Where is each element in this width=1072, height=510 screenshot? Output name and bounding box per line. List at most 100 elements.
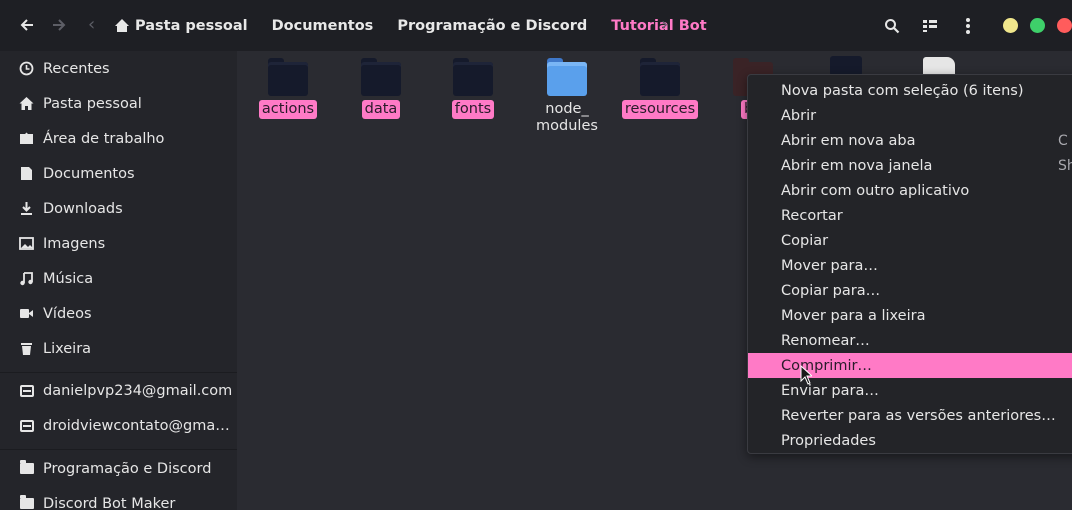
menu-item-move-to-trash[interactable]: Mover para a lixeira xyxy=(748,303,1072,328)
folder-icon xyxy=(640,58,680,96)
arrow-right-icon xyxy=(53,19,66,31)
sidebar-item-label: Música xyxy=(43,270,94,287)
sidebar-item-videos[interactable]: Vídeos xyxy=(0,296,237,331)
sidebar-item-label: Área de trabalho xyxy=(43,130,165,147)
sidebar-item-programacao-e-discord[interactable]: Programação e Discord xyxy=(0,451,237,486)
menu-item-label: Enviar para… xyxy=(781,382,879,399)
sidebar-item-label: Recentes xyxy=(43,60,110,77)
sidebar-item-musica[interactable]: Música xyxy=(0,261,237,296)
maximize-button[interactable] xyxy=(1030,18,1045,33)
kebab-menu-icon xyxy=(966,17,970,34)
main-menu-button[interactable] xyxy=(955,13,981,39)
music-icon xyxy=(19,271,34,286)
sidebar-item-pasta-pessoal[interactable]: Pasta pessoal xyxy=(0,86,237,121)
file-name-line: modules xyxy=(536,118,598,134)
header-actions xyxy=(879,0,1072,51)
sidebar-item-recentes[interactable]: Recentes xyxy=(0,51,237,86)
menu-item-open-new-window[interactable]: Abrir em nova janela Sh xyxy=(748,153,1072,178)
sidebar-item-label: Lixeira xyxy=(43,340,92,357)
file-item-data[interactable]: data xyxy=(341,58,421,119)
sidebar-item-label: Imagens xyxy=(43,235,106,252)
menu-item-new-folder-with-selection[interactable]: Nova pasta com seleção (6 itens) xyxy=(748,78,1072,103)
forward-button[interactable] xyxy=(46,12,72,38)
network-drive-icon xyxy=(19,383,34,398)
sidebar-item-label: Discord Bot Maker xyxy=(43,495,176,510)
menu-item-compress[interactable]: Comprimir… xyxy=(748,353,1072,378)
menu-item-properties[interactable]: Propriedades xyxy=(748,428,1072,453)
menu-item-open[interactable]: Abrir xyxy=(748,103,1072,128)
crumb-documentos[interactable]: Documentos xyxy=(260,0,386,51)
file-item-fonts[interactable]: fonts xyxy=(433,58,513,119)
sidebar-item-label: Documentos xyxy=(43,165,135,182)
home-icon xyxy=(115,18,129,33)
context-menu: Nova pasta com seleção (6 itens) Abrir A… xyxy=(747,74,1072,454)
sidebar-item-area-de-trabalho[interactable]: Área de trabalho xyxy=(0,121,237,156)
menu-item-open-new-tab[interactable]: Abrir em nova aba C xyxy=(748,128,1072,153)
mouse-cursor-icon xyxy=(800,365,812,385)
video-icon xyxy=(19,306,34,321)
download-icon xyxy=(19,201,34,216)
menu-item-cut[interactable]: Recortar xyxy=(748,203,1072,228)
minimize-button[interactable] xyxy=(1003,18,1018,33)
menu-item-label: Abrir em nova aba xyxy=(781,132,916,149)
breadcrumb-scroll-right[interactable]: › xyxy=(661,14,668,35)
menu-item-revert-versions[interactable]: Reverter para as versões anteriores… xyxy=(748,403,1072,428)
crumb-tutorial-bot[interactable]: Tutorial Bot xyxy=(599,0,718,51)
breadcrumb: Pasta pessoal Documentos Programação e D… xyxy=(103,0,719,51)
desktop-icon xyxy=(19,131,34,146)
sidebar-item-label: Programação e Discord xyxy=(43,460,212,477)
file-name: resources xyxy=(621,100,699,119)
menu-item-label: Copiar xyxy=(781,232,829,249)
menu-item-label: Mover para… xyxy=(781,257,878,274)
image-icon xyxy=(19,236,34,251)
view-options-button[interactable] xyxy=(917,13,943,39)
search-button[interactable] xyxy=(879,13,905,39)
crumb-label: Documentos xyxy=(271,17,374,34)
sidebar-item-documentos[interactable]: Documentos xyxy=(0,156,237,191)
menu-item-label: Abrir xyxy=(781,107,817,124)
search-icon xyxy=(885,18,900,33)
sidebar-item-downloads[interactable]: Downloads xyxy=(0,191,237,226)
breadcrumb-scroll-left[interactable]: ‹ xyxy=(88,14,95,35)
file-name: fonts xyxy=(451,100,495,119)
sidebar-item-account-2[interactable]: droidviewcontato@gma… xyxy=(0,408,237,443)
network-drive-icon xyxy=(19,418,34,433)
file-item-resources[interactable]: resources xyxy=(620,58,700,119)
document-icon xyxy=(19,166,34,181)
menu-item-copy[interactable]: Copiar xyxy=(748,228,1072,253)
menu-item-label: Renomear… xyxy=(781,332,870,349)
sidebar-item-discord-bot-maker[interactable]: Discord Bot Maker xyxy=(0,486,237,510)
folder-icon xyxy=(547,58,587,96)
crumb-programacao[interactable]: Programação e Discord xyxy=(385,0,599,51)
menu-item-send-to[interactable]: Enviar para… xyxy=(748,378,1072,403)
folder-icon xyxy=(19,460,34,476)
folder-icon xyxy=(268,58,308,96)
close-button[interactable] xyxy=(1057,18,1072,33)
sidebar-item-lixeira[interactable]: Lixeira xyxy=(0,331,237,366)
menu-item-open-with[interactable]: Abrir com outro aplicativo xyxy=(748,178,1072,203)
file-name: data xyxy=(361,100,401,119)
crumb-home[interactable]: Pasta pessoal xyxy=(103,0,260,51)
list-view-icon xyxy=(923,19,937,32)
menu-item-rename[interactable]: Renomear… xyxy=(748,328,1072,353)
menu-item-copy-to[interactable]: Copiar para… xyxy=(748,278,1072,303)
clock-icon xyxy=(19,61,34,76)
menu-item-label: Propriedades xyxy=(781,432,876,449)
menu-item-label: Nova pasta com seleção (6 itens) xyxy=(781,82,1024,99)
crumb-label: Pasta pessoal xyxy=(135,17,248,34)
menu-item-shortcut: C xyxy=(1058,132,1068,149)
file-item-actions[interactable]: actions xyxy=(248,58,328,119)
menu-item-shortcut: Sh xyxy=(1058,157,1072,174)
sidebar-item-label: droidviewcontato@gma… xyxy=(43,417,230,434)
menu-item-label: Copiar para… xyxy=(781,282,881,299)
trash-icon xyxy=(19,341,34,356)
text-file-icon xyxy=(923,57,955,75)
menu-item-label: Comprimir… xyxy=(781,357,872,374)
file-item-node-modules[interactable]: node_ modules xyxy=(527,58,607,136)
sidebar-item-account-1[interactable]: danielpvp234@gmail.com xyxy=(0,373,237,408)
crumb-label: Programação e Discord xyxy=(397,17,588,34)
sidebar-item-imagens[interactable]: Imagens xyxy=(0,226,237,261)
folder-icon xyxy=(453,58,493,96)
menu-item-move-to[interactable]: Mover para… xyxy=(748,253,1072,278)
back-button[interactable] xyxy=(14,12,40,38)
